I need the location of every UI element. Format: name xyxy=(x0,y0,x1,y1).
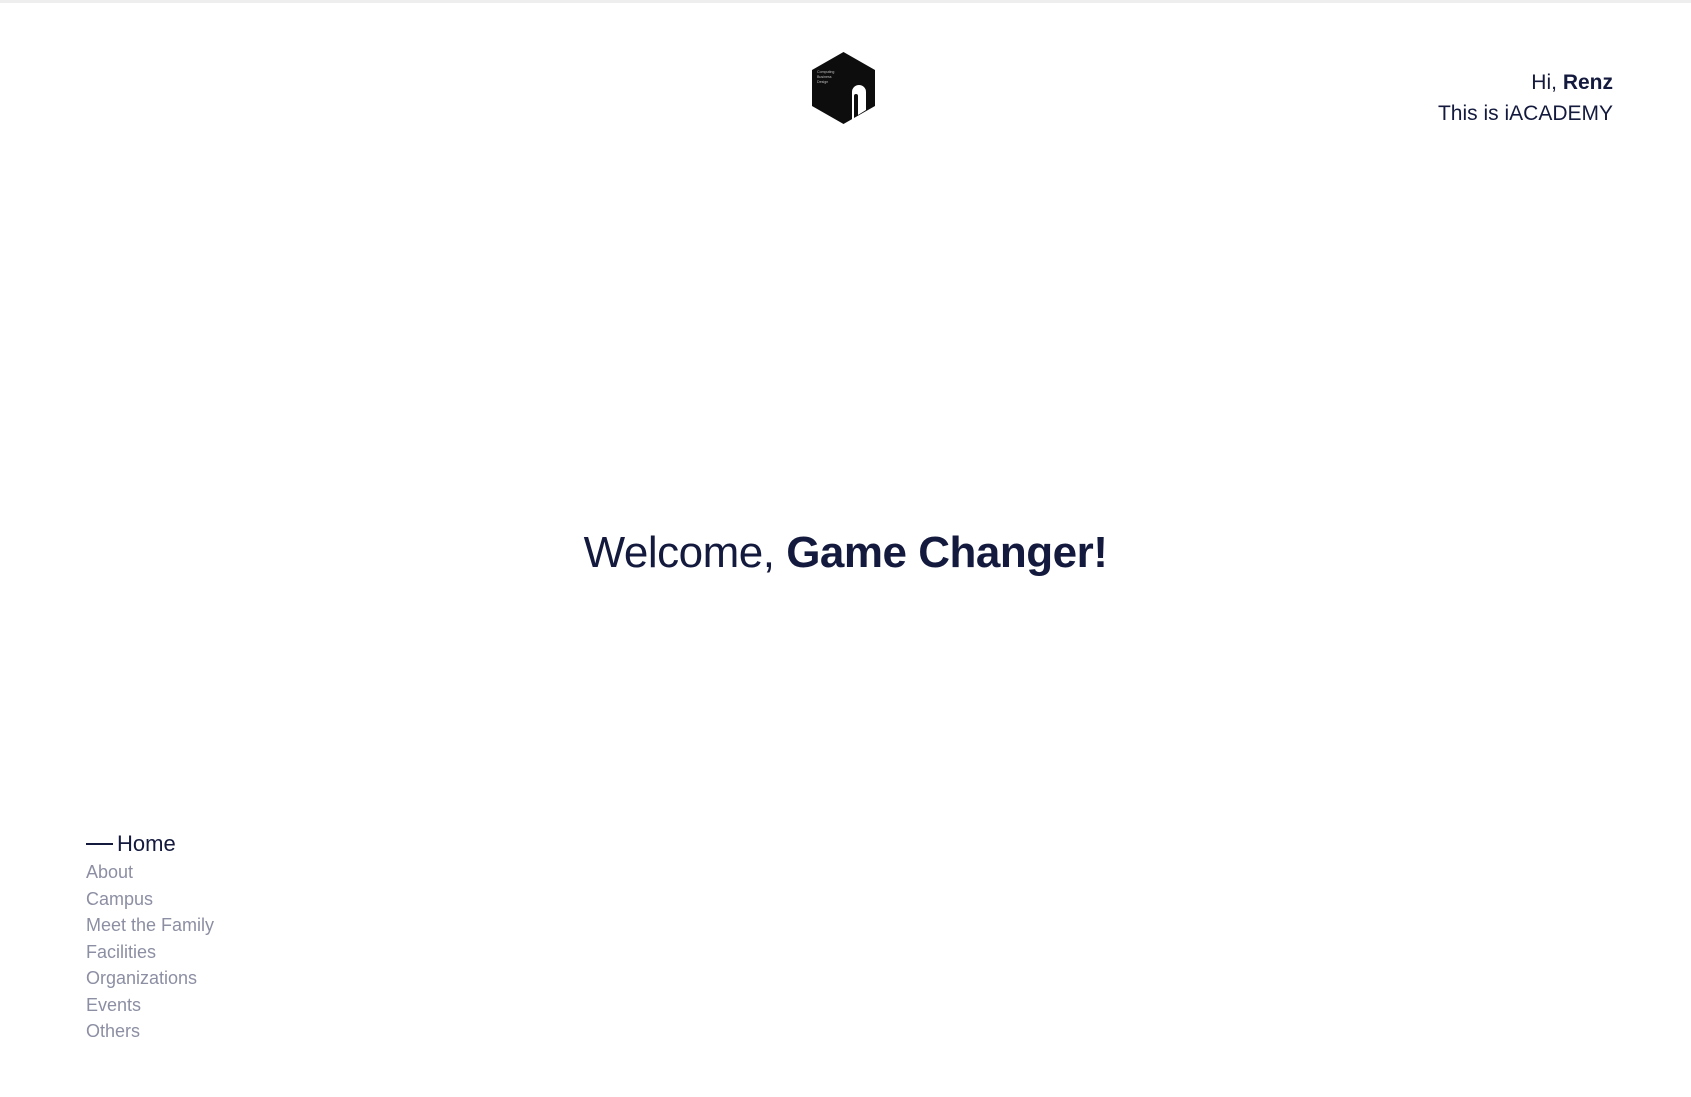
logo-line-1: Computing xyxy=(817,70,834,74)
iacademy-logo[interactable]: Computing Business Design xyxy=(812,52,875,124)
nav-item-meet-the-family[interactable]: Meet the Family xyxy=(86,912,214,939)
welcome-prefix: Welcome, xyxy=(583,528,775,577)
nav-item-about[interactable]: About xyxy=(86,859,214,886)
active-indicator-dash xyxy=(86,843,113,845)
nav-item-home[interactable]: Home xyxy=(86,829,214,859)
greeting-subtitle: This is iACADEMY xyxy=(1437,102,1613,125)
page: Computing Business Design Hi, Renz This … xyxy=(0,0,1691,1097)
nav-item-organizations[interactable]: Organizations xyxy=(86,965,214,992)
nav-item-label: Home xyxy=(117,831,176,856)
user-greeting: Hi, Renz This is iACADEMY xyxy=(1438,67,1613,129)
greeting-prefix: Hi, xyxy=(1531,71,1557,94)
nav-item-campus[interactable]: Campus xyxy=(86,886,214,913)
logo-line-3: Design xyxy=(817,80,828,84)
nav-item-others[interactable]: Others xyxy=(86,1018,214,1045)
user-name: Renz xyxy=(1562,71,1613,94)
nav-item-facilities[interactable]: Facilities xyxy=(86,939,214,966)
welcome-heading: Welcome, Game Changer! xyxy=(0,525,1691,581)
section-nav: Home About Campus Meet the Family Facili… xyxy=(86,829,214,1045)
hexagon-logo-icon: Computing Business Design xyxy=(812,52,875,124)
logo-line-2: Business xyxy=(817,75,832,79)
welcome-emphasis: Game Changer! xyxy=(786,528,1108,577)
greeting-line: Hi, Renz xyxy=(1438,67,1613,98)
nav-item-events[interactable]: Events xyxy=(86,992,214,1019)
